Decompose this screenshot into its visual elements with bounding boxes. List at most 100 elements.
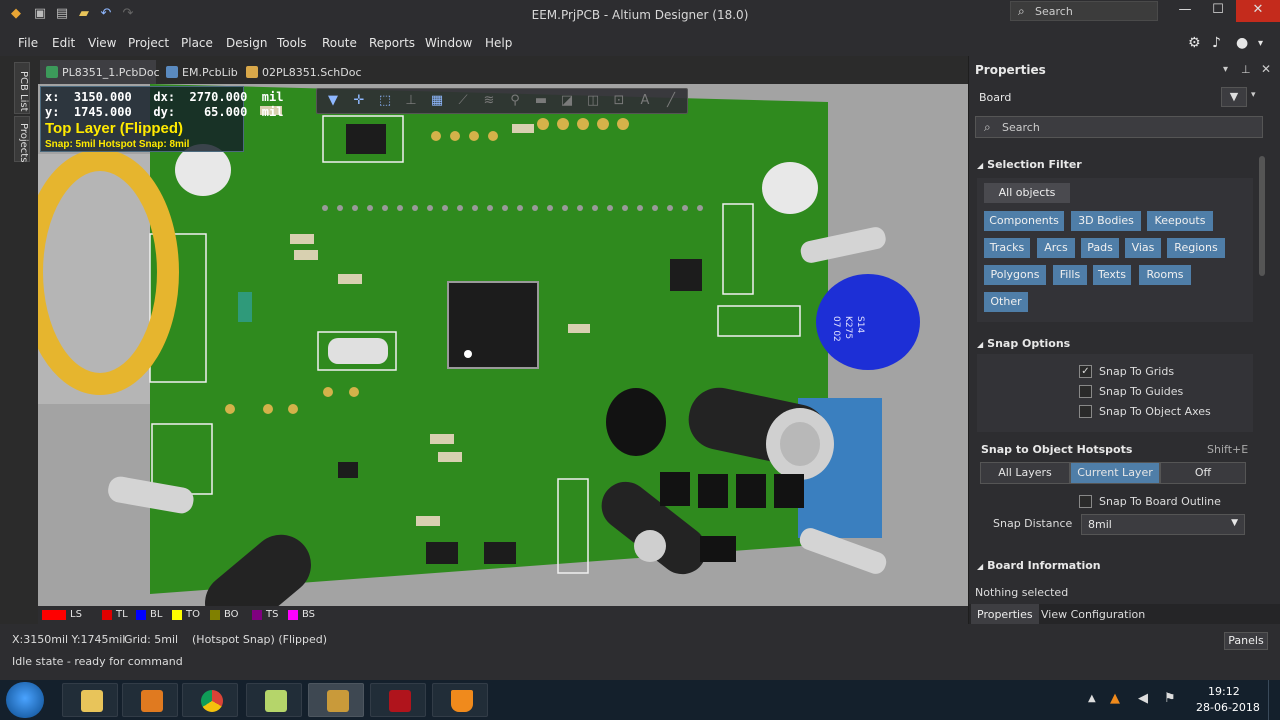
network-flag-icon[interactable]: ⚑ bbox=[1164, 691, 1176, 706]
gear-icon[interactable]: ⚙ bbox=[1188, 35, 1201, 51]
properties-search-input[interactable]: ⌕ Search bbox=[975, 116, 1263, 138]
bell-icon[interactable]: ♪ bbox=[1212, 35, 1221, 51]
taskbar-explorer[interactable] bbox=[62, 683, 118, 717]
layer-to[interactable]: TO bbox=[172, 608, 200, 622]
tab-pcblib[interactable]: EM.PcbLib bbox=[160, 60, 238, 84]
user-icon[interactable]: ● bbox=[1236, 35, 1248, 51]
pcb-3d-view[interactable]: S14 K275 07 02 bbox=[38, 84, 968, 606]
filter-components[interactable]: Components bbox=[984, 211, 1064, 231]
route-icon[interactable]: ⟋ bbox=[453, 92, 473, 110]
filter-pads[interactable]: Pads bbox=[1081, 238, 1119, 258]
menu-project[interactable]: Project bbox=[128, 36, 169, 50]
segment-current-layer[interactable]: Current Layer bbox=[1070, 462, 1160, 484]
snap-axes-checkbox[interactable] bbox=[1079, 405, 1092, 418]
taskbar-vlc[interactable] bbox=[432, 683, 488, 717]
snap-board-outline-checkbox[interactable] bbox=[1079, 495, 1092, 508]
start-button[interactable] bbox=[6, 682, 44, 718]
crosshair-icon[interactable]: ✛ bbox=[349, 92, 369, 110]
interactive-route-icon[interactable]: ≋ bbox=[479, 92, 499, 110]
clock-date[interactable]: 28-06-2018 bbox=[1196, 701, 1260, 714]
polygon-icon[interactable]: ◪ bbox=[557, 92, 577, 110]
taskbar-chrome[interactable] bbox=[182, 683, 238, 717]
segment-off[interactable]: Off bbox=[1160, 462, 1246, 484]
select-rect-icon[interactable]: ⬚ bbox=[375, 92, 395, 110]
show-desktop-button[interactable] bbox=[1268, 680, 1280, 720]
section-selection-filter[interactable]: ◢ Selection Filter bbox=[977, 158, 1082, 171]
menu-bar: File Edit View Project Place Design Tool… bbox=[0, 30, 1280, 56]
filter-dropdown-icon[interactable]: ▾ bbox=[1251, 90, 1256, 100]
segment-all-layers[interactable]: All Layers bbox=[980, 462, 1070, 484]
filter-other[interactable]: Other bbox=[984, 292, 1028, 312]
menu-design[interactable]: Design bbox=[226, 36, 267, 50]
chevron-down-icon[interactable]: ▾ bbox=[1258, 38, 1263, 49]
clock-time[interactable]: 19:12 bbox=[1208, 685, 1240, 698]
menu-reports[interactable]: Reports bbox=[369, 36, 415, 50]
global-search-input[interactable]: ⌕ Search bbox=[1010, 1, 1158, 21]
snap-info: Snap: 5mil Hotspot Snap: 8mil bbox=[45, 139, 190, 150]
snap-distance-select[interactable]: 8mil ▼ bbox=[1081, 514, 1245, 535]
place-component-icon[interactable]: ▦ bbox=[427, 92, 447, 110]
taskbar-altium[interactable] bbox=[308, 683, 364, 717]
tray-expand-icon[interactable]: ▲ bbox=[1088, 693, 1096, 704]
close-button[interactable]: ✕ bbox=[1236, 0, 1280, 22]
taskbar-acrobat[interactable] bbox=[370, 683, 426, 717]
layer-bo[interactable]: BO bbox=[210, 608, 239, 622]
menu-place[interactable]: Place bbox=[181, 36, 213, 50]
layer-bs[interactable]: BS bbox=[288, 608, 315, 622]
pcb-canvas[interactable]: S14 K275 07 02 bbox=[38, 84, 968, 606]
taskbar-media-player[interactable] bbox=[122, 683, 178, 717]
dimension-icon[interactable]: ⊡ bbox=[609, 92, 629, 110]
filter-arcs[interactable]: Arcs bbox=[1037, 238, 1075, 258]
minimize-button[interactable]: — bbox=[1170, 0, 1200, 22]
menu-window[interactable]: Window bbox=[425, 36, 472, 50]
section-snap-options[interactable]: ◢ Snap Options bbox=[977, 337, 1070, 350]
via-icon[interactable]: ⚲ bbox=[505, 92, 525, 110]
fill-icon[interactable]: ▬ bbox=[531, 92, 551, 110]
section-board-information[interactable]: ◢ Board Information bbox=[977, 559, 1101, 572]
text-icon[interactable]: A bbox=[635, 92, 655, 110]
filter-all-objects[interactable]: All objects bbox=[984, 183, 1070, 203]
filter-vias[interactable]: Vias bbox=[1125, 238, 1161, 258]
filter-regions[interactable]: Regions bbox=[1167, 238, 1225, 258]
filter-keepouts[interactable]: Keepouts bbox=[1147, 211, 1213, 231]
panel-menu-icon[interactable]: ▾ bbox=[1223, 64, 1228, 75]
close-panel-icon[interactable]: ✕ bbox=[1261, 62, 1271, 76]
snap-grids-checkbox[interactable]: ✓ bbox=[1079, 365, 1092, 378]
tab-pcbdoc[interactable]: PL8351_1.PcbDoc bbox=[40, 60, 160, 84]
menu-edit[interactable]: Edit bbox=[52, 36, 75, 50]
tray-vlc-icon[interactable]: ▲ bbox=[1110, 691, 1120, 706]
line-icon[interactable]: ╱ bbox=[661, 92, 681, 110]
filter-polygons[interactable]: Polygons bbox=[984, 265, 1046, 285]
layer-tl[interactable]: TL bbox=[102, 608, 128, 622]
filter-tracks[interactable]: Tracks bbox=[984, 238, 1030, 258]
volume-icon[interactable]: ◀ bbox=[1138, 691, 1148, 706]
keepout-icon[interactable]: ◫ bbox=[583, 92, 603, 110]
menu-tools[interactable]: Tools bbox=[277, 36, 307, 50]
panel-scrollbar[interactable] bbox=[1259, 156, 1265, 276]
tab-schdoc[interactable]: 02PL8351.SchDoc bbox=[240, 60, 362, 84]
layer-ts[interactable]: TS bbox=[252, 608, 278, 622]
panels-button[interactable]: Panels bbox=[1224, 632, 1268, 650]
filter-3d-bodies[interactable]: 3D Bodies bbox=[1071, 211, 1141, 231]
snap-guides-checkbox[interactable] bbox=[1079, 385, 1092, 398]
filter-icon[interactable]: ▼ bbox=[323, 92, 343, 110]
tab-view-configuration[interactable]: View Configuration bbox=[1037, 604, 1151, 624]
align-icon[interactable]: ⊥ bbox=[401, 92, 421, 110]
filter-button[interactable]: ▼ bbox=[1221, 87, 1247, 107]
layer-bl[interactable]: BL bbox=[136, 608, 162, 622]
taskbar-notes[interactable] bbox=[246, 683, 302, 717]
status-grid: Grid: 5mil bbox=[124, 633, 179, 646]
menu-route[interactable]: Route bbox=[322, 36, 357, 50]
menu-view[interactable]: View bbox=[88, 36, 116, 50]
layer-ls[interactable]: LS bbox=[42, 608, 82, 622]
pin-icon[interactable]: ⊥ bbox=[1241, 63, 1251, 76]
tab-properties[interactable]: Properties bbox=[971, 604, 1039, 624]
tab-pcb-list[interactable]: PCB List bbox=[14, 62, 30, 114]
filter-rooms[interactable]: Rooms bbox=[1139, 265, 1191, 285]
menu-file[interactable]: File bbox=[18, 36, 38, 50]
menu-help[interactable]: Help bbox=[485, 36, 512, 50]
maximize-button[interactable]: ☐ bbox=[1203, 0, 1233, 22]
tab-projects[interactable]: Projects bbox=[14, 116, 30, 162]
filter-fills[interactable]: Fills bbox=[1053, 265, 1087, 285]
filter-texts[interactable]: Texts bbox=[1093, 265, 1131, 285]
